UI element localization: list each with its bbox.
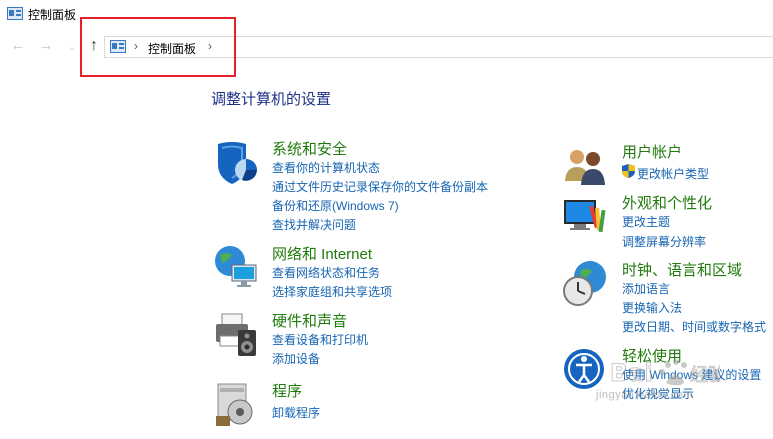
control-panel-icon [7, 7, 23, 20]
category-appearance: 外观和个性化 更改主题 调整屏幕分辨率 [562, 192, 772, 252]
category-hardware-sound: 硬件和声音 查看设备和打印机 添加设备 [212, 310, 532, 370]
appearance-monitor-icon [564, 200, 606, 233]
link-uninstall-program[interactable]: 卸载程序 [272, 404, 320, 421]
user-accounts-icon [565, 150, 605, 185]
category-title[interactable]: 系统和安全 [272, 138, 347, 159]
link-change-theme[interactable]: 更改主题 [622, 213, 670, 230]
page-heading: 调整计算机的设置 [211, 91, 332, 108]
link-file-history[interactable]: 通过文件历史记录保存你的文件备份副本 [272, 178, 488, 195]
category-title[interactable]: 用户帐户 [622, 141, 682, 162]
breadcrumb-chevron-icon[interactable]: › [208, 39, 212, 53]
category-title[interactable]: 时钟、语言和区域 [622, 259, 742, 280]
window-title: 控制面板 [28, 8, 77, 22]
back-arrow-icon[interactable]: ← [9, 37, 27, 55]
link-add-language[interactable]: 添加语言 [622, 280, 670, 297]
title-bar: 控制面板 [0, 0, 773, 30]
breadcrumb-chevron-icon[interactable]: › [134, 39, 138, 53]
up-arrow-icon[interactable]: ↑ [85, 37, 103, 55]
link-troubleshoot[interactable]: 查找并解决问题 [272, 216, 356, 233]
category-ease-of-access: 轻松使用 使用 Windows 建议的设置 优化视觉显示 [562, 345, 773, 405]
link-devices-printers[interactable]: 查看设备和打印机 [272, 331, 368, 348]
network-globe-icon [215, 246, 257, 287]
recent-locations-chevron-icon[interactable]: ⌄ [63, 38, 81, 56]
link-backup-restore[interactable]: 备份和还原(Windows 7) [272, 197, 399, 214]
category-title[interactable]: 轻松使用 [622, 345, 682, 366]
security-shield-icon [218, 142, 257, 184]
clock-globe-icon [563, 261, 606, 306]
link-network-status[interactable]: 查看网络状态和任务 [272, 264, 380, 281]
link-add-device[interactable]: 添加设备 [272, 350, 320, 367]
category-programs: 程序 卸载程序 [212, 380, 532, 430]
category-network: 网络和 Internet 查看网络状态和任务 选择家庭组和共享选项 [212, 243, 532, 303]
programs-disc-box-icon [216, 383, 253, 426]
control-panel-icon [110, 40, 126, 53]
category-user-accounts: 用户帐户 更改帐户类型 [562, 141, 772, 187]
printer-speaker-icon [216, 313, 256, 356]
category-title[interactable]: 网络和 Internet [272, 243, 372, 264]
link-change-input-method[interactable]: 更换输入法 [622, 299, 682, 316]
link-screen-resolution[interactable]: 调整屏幕分辨率 [622, 233, 706, 250]
category-title[interactable]: 外观和个性化 [622, 192, 712, 213]
category-clock-language-region: 时钟、语言和区域 添加语言 更换输入法 更改日期、时间或数字格式 [562, 259, 773, 339]
breadcrumb-control-panel[interactable]: 控制面板 [148, 40, 196, 57]
address-bar[interactable]: › 控制面板 › [104, 36, 773, 58]
ease-of-access-icon [564, 349, 604, 389]
category-title[interactable]: 程序 [272, 380, 302, 401]
category-title[interactable]: 硬件和声音 [272, 310, 347, 331]
link-homegroup-sharing[interactable]: 选择家庭组和共享选项 [272, 283, 392, 300]
link-optimize-visual-display[interactable]: 优化视觉显示 [622, 385, 694, 402]
link-view-computer-status[interactable]: 查看你的计算机状态 [272, 159, 380, 176]
category-system-security: 系统和安全 查看你的计算机状态 通过文件历史记录保存你的文件备份副本 备份和还原… [212, 138, 532, 238]
forward-arrow-icon[interactable]: → [37, 37, 55, 55]
link-recommended-settings[interactable]: 使用 Windows 建议的设置 [622, 366, 761, 383]
uac-shield-icon [622, 164, 635, 178]
link-change-account-type[interactable]: 更改帐户类型 [637, 165, 709, 182]
link-change-date-time-format[interactable]: 更改日期、时间或数字格式 [622, 318, 766, 335]
